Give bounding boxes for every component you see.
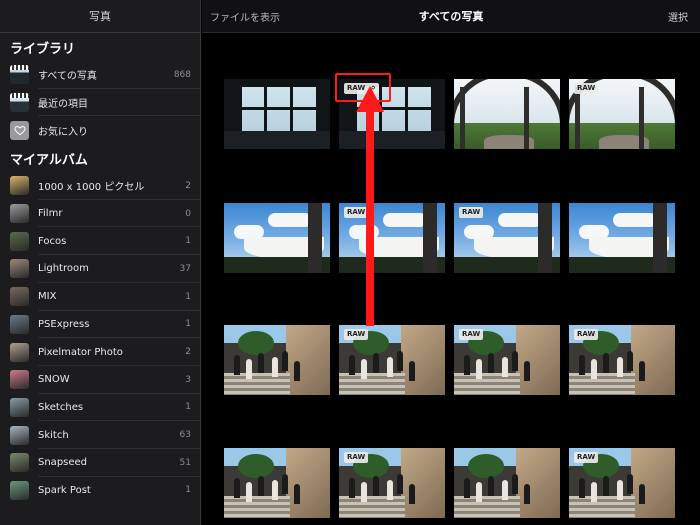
sidebar-item-label: PSExpress — [38, 318, 90, 330]
sidebar-item-count: 63 — [179, 430, 191, 441]
album-thumbnail-icon — [10, 176, 29, 196]
sidebar-item-label: お気に入り — [38, 126, 88, 138]
sidebar-item-label: すべての写真 — [38, 71, 97, 83]
sidebar-item-favorites[interactable]: お気に入り — [0, 116, 200, 144]
photo-thumbnail[interactable] — [224, 448, 330, 518]
sidebar-item-label: Focos — [38, 235, 67, 247]
raw-badge: RAW — [574, 452, 599, 463]
annotation-arrow-icon — [356, 86, 384, 326]
sidebar-item-count: 2 — [185, 347, 191, 358]
photo-thumbnail[interactable] — [224, 325, 330, 395]
album-thumbnail-icon — [10, 314, 29, 334]
sidebar-item-label: Sketches — [38, 401, 84, 413]
raw-badge-label: RAW — [347, 453, 366, 461]
sidebar-item-count: 1 — [185, 485, 191, 496]
raw-badge-label: RAW — [577, 453, 596, 461]
photo-thumbnail[interactable]: RAW — [339, 448, 445, 518]
sidebar-item-label: 最近の項目 — [38, 99, 88, 111]
raw-badge: RAW — [459, 207, 484, 218]
sidebar-item-label: Snapseed — [38, 457, 88, 469]
album-thumbnail-icon — [10, 342, 29, 362]
album-thumbnail-icon — [10, 259, 29, 279]
sidebar-item-recents[interactable]: 最近の項目 — [0, 89, 200, 117]
album-thumbnail-icon — [10, 453, 29, 473]
sidebar-item-count: 37 — [179, 263, 191, 274]
raw-badge: RAW — [574, 329, 599, 340]
film-thumbnail-icon — [10, 93, 29, 113]
top-bar: ファイルを表示 すべての写真 選択 — [202, 0, 700, 33]
sidebar-title: 写真 — [0, 0, 200, 33]
select-button[interactable]: 選択 — [668, 9, 688, 24]
sidebar-item-label: Skitch — [38, 429, 69, 441]
photo-thumbnail[interactable]: RAW — [569, 325, 675, 395]
sidebar-item-album[interactable]: Snapseed 51 — [0, 449, 200, 477]
raw-badge-label: RAW — [577, 84, 596, 92]
raw-badge-label: RAW — [462, 208, 481, 216]
heart-icon — [10, 120, 29, 140]
sidebar-item-count: 1 — [185, 319, 191, 330]
sidebar-item-label: Lightroom — [38, 263, 89, 275]
raw-badge: RAW — [459, 329, 484, 340]
photo-thumbnail[interactable] — [224, 203, 330, 273]
sidebar: 写真 ライブラリ すべての写真 868 最近の項目 お気に入り マイアルバム 1… — [0, 0, 201, 525]
sidebar-item-album[interactable]: Pixelmator Photo 2 — [0, 338, 200, 366]
sidebar-item-album[interactable]: Spark Post 1 — [0, 477, 200, 505]
sidebar-item-album[interactable]: MIX 1 — [0, 283, 200, 311]
photo-thumbnail[interactable]: RAW — [569, 448, 675, 518]
sidebar-item-count: 0 — [185, 208, 191, 219]
photo-thumbnail[interactable] — [454, 79, 560, 149]
sidebar-item-album[interactable]: Focos 1 — [0, 227, 200, 255]
show-files-button[interactable]: ファイルを表示 — [210, 9, 280, 24]
library-section-title: ライブラリ — [10, 41, 76, 57]
album-thumbnail-icon — [10, 370, 29, 390]
sidebar-item-count: 1 — [185, 402, 191, 413]
album-list: 1000 x 1000 ピクセル 2 Filmr 0 Focos 1 Lightroom 37… — [0, 172, 200, 504]
sidebar-item-album[interactable]: PSExpress 1 — [0, 311, 200, 339]
raw-badge: RAW — [574, 83, 599, 94]
sidebar-item-label: Pixelmator Photo — [38, 346, 123, 358]
sidebar-item-label: Filmr — [38, 208, 63, 220]
sidebar-item-album[interactable]: Filmr 0 — [0, 200, 200, 228]
sidebar-item-album[interactable]: Skitch 63 — [0, 421, 200, 449]
sidebar-item-count: 3 — [185, 374, 191, 385]
photo-browser: ファイルを表示 すべての写真 選択 RAW RAW RAW RAW RAW RAW RAW R… — [202, 0, 700, 525]
album-thumbnail-icon — [10, 204, 29, 224]
photo-thumbnail[interactable]: RAW — [454, 325, 560, 395]
sidebar-item-label: MIX — [38, 291, 57, 303]
photo-thumbnail[interactable] — [454, 448, 560, 518]
raw-badge-label: RAW — [347, 330, 366, 338]
sidebar-item-count: 2 — [185, 180, 191, 191]
sidebar-item-album[interactable]: SNOW 3 — [0, 366, 200, 394]
sidebar-item-album[interactable]: Sketches 1 — [0, 394, 200, 422]
sidebar-item-label: 1000 x 1000 ピクセル — [38, 182, 145, 194]
sidebar-item-album[interactable]: 1000 x 1000 ピクセル 2 — [0, 172, 200, 200]
sidebar-item-count: 868 — [173, 69, 191, 80]
photo-thumbnail[interactable]: RAW — [339, 325, 445, 395]
album-thumbnail-icon — [10, 397, 29, 417]
sidebar-item-album[interactable]: Lightroom 37 — [0, 255, 200, 283]
raw-badge: RAW — [344, 329, 369, 340]
albums-section-title: マイアルバム — [10, 152, 88, 168]
sidebar-item-count: 1 — [185, 236, 191, 247]
photo-thumbnail[interactable] — [569, 203, 675, 273]
library-list: すべての写真 868 最近の項目 お気に入り — [0, 61, 200, 144]
photo-thumbnail[interactable]: RAW — [569, 79, 675, 149]
album-thumbnail-icon — [10, 231, 29, 251]
sidebar-item-count: 51 — [179, 457, 191, 468]
sidebar-item-all-photos[interactable]: すべての写真 868 — [0, 61, 200, 89]
raw-badge: RAW — [344, 452, 369, 463]
photo-thumbnail[interactable]: RAW — [454, 203, 560, 273]
raw-badge-label: RAW — [577, 330, 596, 338]
raw-badge-label: RAW — [462, 330, 481, 338]
sidebar-item-label: Spark Post — [38, 484, 91, 496]
sidebar-item-count: 1 — [185, 291, 191, 302]
album-thumbnail-icon — [10, 425, 29, 445]
film-thumbnail-icon — [10, 65, 29, 85]
album-thumbnail-icon — [10, 287, 29, 307]
sidebar-item-label: SNOW — [38, 374, 70, 386]
photo-thumbnail[interactable] — [224, 79, 330, 149]
album-thumbnail-icon — [10, 480, 29, 500]
